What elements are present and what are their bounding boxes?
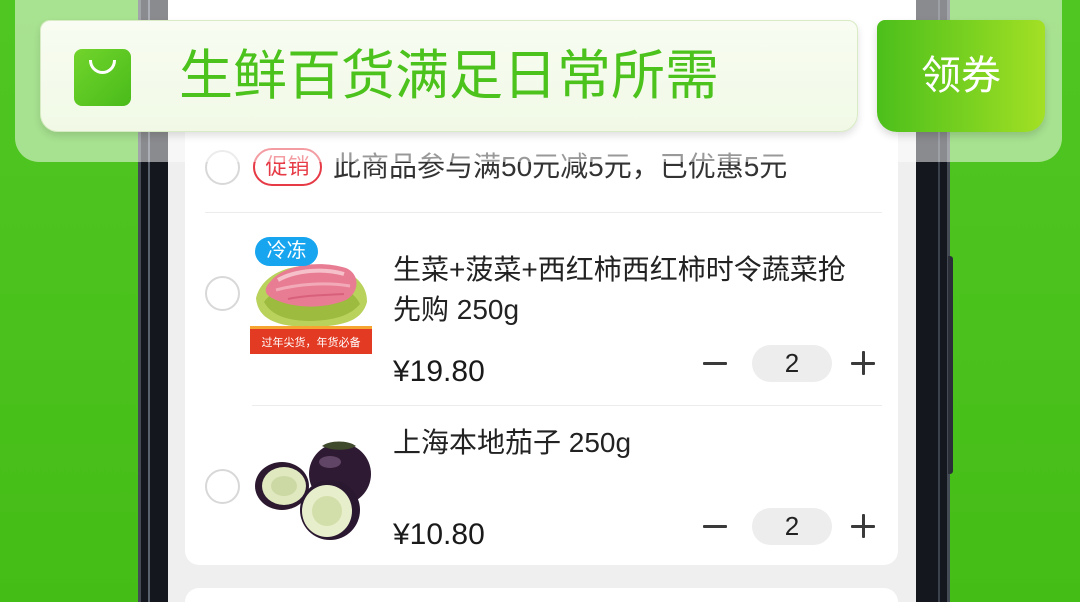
promo-banner: 生鲜百货满足日常所需	[40, 20, 858, 132]
product-image[interactable]: 过年尖货，年货必备 冷冻	[250, 236, 372, 354]
product-price: ¥10.80	[393, 518, 485, 551]
minus-icon	[703, 524, 727, 528]
quantity-value[interactable]: 2	[752, 345, 832, 382]
increase-quantity-button[interactable]	[843, 343, 883, 383]
increase-quantity-button[interactable]	[843, 506, 883, 546]
frozen-badge: 冷冻	[255, 237, 318, 266]
divider	[205, 212, 882, 213]
bag-handle	[89, 60, 116, 74]
decrease-quantity-button[interactable]	[695, 506, 735, 546]
next-store-card	[185, 588, 898, 602]
item-select-radio[interactable]	[205, 469, 240, 504]
banner-slogan: 生鲜百货满足日常所需	[179, 46, 719, 106]
phone-side-button	[948, 256, 953, 474]
app-backdrop: 促销 此商品参与满50元减5元，已优惠5元 过年尖货，年货必备 冷冻 生菜+菠菜…	[0, 0, 1080, 602]
divider	[252, 405, 882, 406]
decrease-quantity-button[interactable]	[695, 343, 735, 383]
plus-icon	[851, 351, 875, 375]
cart-store-card: 促销 此商品参与满50元减5元，已优惠5元 过年尖货，年货必备 冷冻 生菜+菠菜…	[185, 110, 898, 565]
shopping-bag-icon	[74, 49, 131, 106]
plus-icon	[851, 514, 875, 538]
coupon-button[interactable]: 领券	[877, 20, 1045, 132]
product-photo	[250, 436, 372, 548]
product-title[interactable]: 上海本地茄子 250g	[393, 423, 865, 463]
product-image-caption: 过年尖货，年货必备	[262, 335, 361, 349]
product-image[interactable]	[250, 436, 372, 548]
product-price: ¥19.80	[393, 355, 485, 388]
item-select-radio[interactable]	[205, 276, 240, 311]
quantity-value[interactable]: 2	[752, 508, 832, 545]
minus-icon	[703, 361, 727, 365]
product-title[interactable]: 生菜+菠菜+西红柿西红柿时令蔬菜抢先购 250g	[393, 250, 865, 330]
